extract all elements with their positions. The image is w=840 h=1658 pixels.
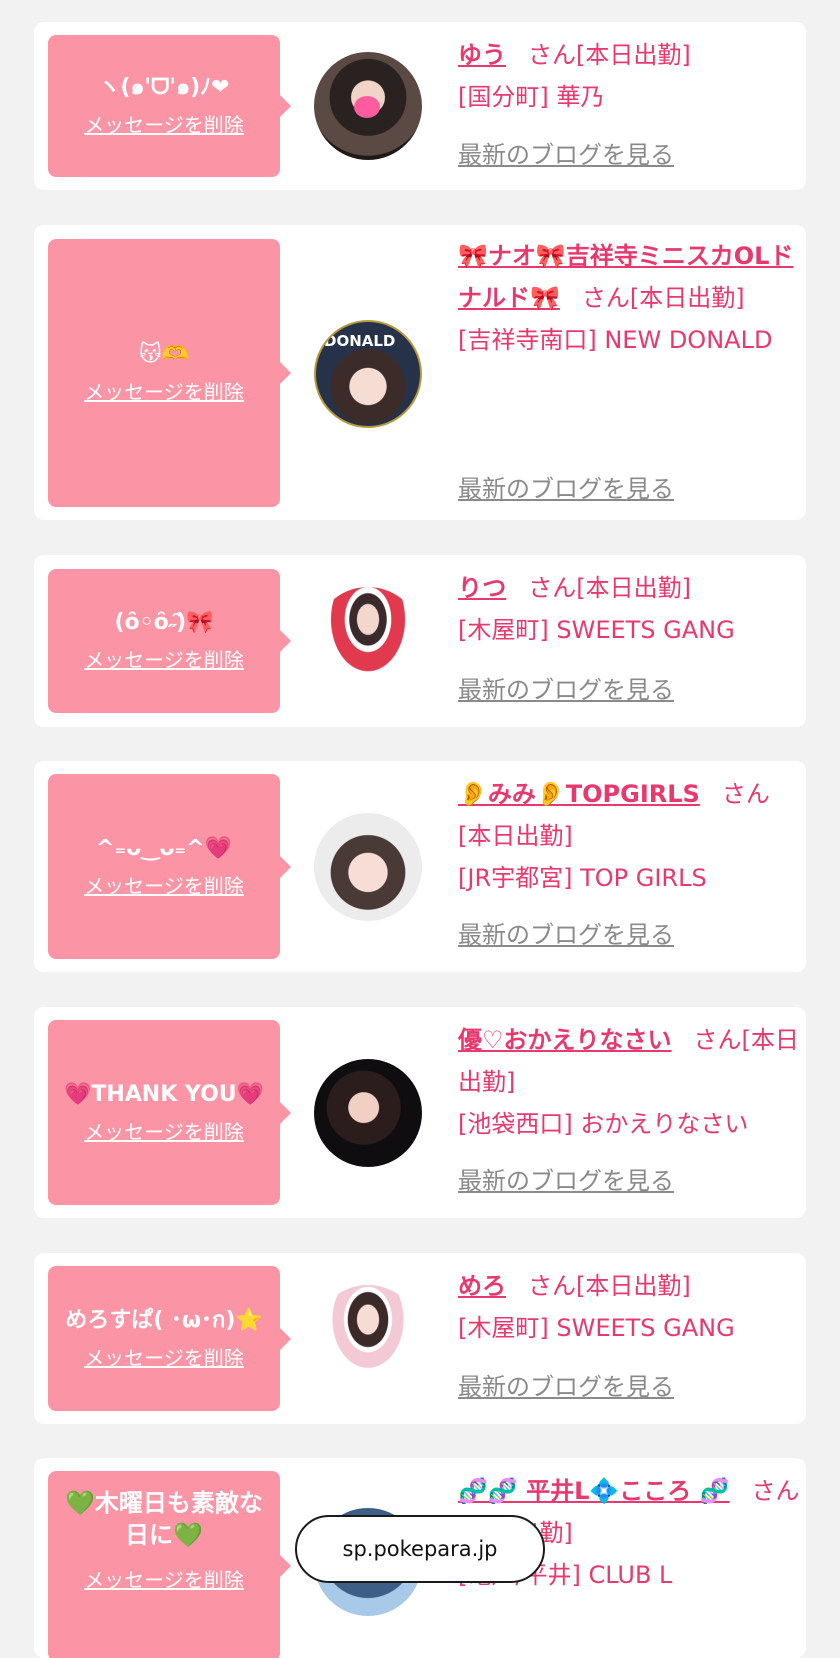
honorific: さん [528,1272,576,1300]
honorific: さん [581,284,630,312]
attendance-status: [本日出勤] [576,574,691,602]
latest-blog-link[interactable]: 最新のブログを見る [458,1367,674,1402]
honorific: さん [721,780,770,808]
latest-blog-link[interactable]: 最新のブログを見る [458,915,674,950]
latest-blog-link[interactable]: 最新のブログを見る [458,1161,674,1196]
attendance-status: [本日出勤] [576,1272,691,1300]
cast-info: 👂みみ👂TOPGIRLS さん [本日出勤] [JR宇都宮] TOP GIRLS [458,773,800,899]
cast-avatar[interactable]: DONALD [314,320,422,428]
cast-card: (ȏ◦ȏ˶̑)🎀 メッセージを削除 りつ さん[本日出勤] [木屋町] SWEET… [34,555,806,727]
cast-avatar[interactable] [314,52,422,160]
message-text: ヽ(๑'ᗜ'๑)ﾉ❤ [98,75,230,100]
cast-avatar[interactable] [314,587,422,695]
honorific: さん [693,1026,742,1054]
shop-name: [JR宇都宮] TOP GIRLS [458,864,707,892]
message-text: (ȏ◦ȏ˶̑)🎀 [114,610,214,635]
cast-name-link[interactable]: めろ [458,1272,506,1300]
delete-message-link[interactable]: メッセージを削除 [84,1565,244,1595]
attendance-status: [本日出勤] [576,41,691,69]
shop-name: [木屋町] SWEETS GANG [458,616,735,644]
cast-card: 😽🫶 メッセージを削除 DONALD 🎀ナオ🎀吉祥寺ミニスカOLドナルド🎀 さん[… [34,225,806,520]
attendance-status: [本日出勤] [458,822,573,850]
url-text: sp.pokepara.jp [342,1537,498,1561]
message-bubble: ヽ(๑'ᗜ'๑)ﾉ❤ メッセージを削除 [48,35,291,177]
delete-message-link[interactable]: メッセージを削除 [84,377,244,407]
attendance-status: [本日出勤] [629,284,745,312]
message-text: 💗THANK YOU💗 [63,1081,265,1107]
avatar-sign-text: DONALD [324,332,396,350]
honorific: さん [528,574,577,602]
cast-name-link[interactable]: 優♡おかえりなさい [458,1026,672,1054]
cast-card: ^₌ᴗ‿ᴗ₌^💗 メッセージを削除 👂みみ👂TOPGIRLS さん [本日出勤] [… [34,761,806,972]
honorific: さん [528,41,576,69]
message-text: ^₌ᴗ‿ᴗ₌^💗 [96,835,232,861]
message-text: めろすぱ( ･ω･ก)⭐️ [65,1307,263,1333]
latest-blog-link[interactable]: 最新のブログを見る [458,670,674,705]
cast-card: 💗THANK YOU💗 メッセージを削除 優♡おかえりなさい さん[本日出勤] [… [34,1007,806,1218]
message-text: 💚木曜日も素敵な日に💚 [65,1489,263,1549]
message-bubble: ^₌ᴗ‿ᴗ₌^💗 メッセージを削除 [48,774,291,959]
cast-info: ゆう さん[本日出勤] [国分町] 華乃 [458,34,800,118]
cast-avatar[interactable] [314,1059,422,1167]
cast-card: めろすぱ( ･ω･ก)⭐️ メッセージを削除 めろ さん[本日出勤] [木屋町] … [34,1253,806,1424]
shop-name: [国分町] 華乃 [458,83,605,111]
cast-info: めろ さん[本日出勤] [木屋町] SWEETS GANG [458,1265,800,1349]
message-bubble: (ȏ◦ȏ˶̑)🎀 メッセージを削除 [48,569,291,713]
delete-message-link[interactable]: メッセージを削除 [84,110,244,140]
delete-message-link[interactable]: メッセージを削除 [84,1117,244,1147]
shop-name: [吉祥寺南口] NEW DONALD [458,326,773,354]
shop-name: [木屋町] SWEETS GANG [458,1314,735,1342]
delete-message-link[interactable]: メッセージを削除 [84,1343,244,1373]
latest-blog-link[interactable]: 最新のブログを見る [458,135,674,170]
cast-avatar[interactable] [314,1285,422,1393]
browser-url-bar[interactable]: sp.pokepara.jp [295,1515,545,1583]
shop-name: [池袋西口] おかえりなさい [458,1110,749,1138]
cast-card: ヽ(๑'ᗜ'๑)ﾉ❤ メッセージを削除 ゆう さん[本日出勤] [国分町] 華乃 … [34,22,806,190]
cast-name-link[interactable]: りつ [458,574,506,602]
honorific: さん [751,1477,800,1505]
cast-info: 優♡おかえりなさい さん[本日出勤] [池袋西口] おかえりなさい [458,1019,800,1145]
delete-message-link[interactable]: メッセージを削除 [84,871,244,901]
latest-blog-link[interactable]: 最新のブログを見る [458,469,674,504]
delete-message-link[interactable]: メッセージを削除 [84,645,244,675]
message-bubble: めろすぱ( ･ω･ก)⭐️ メッセージを削除 [48,1266,291,1411]
cast-avatar[interactable] [314,813,422,921]
message-bubble: 💚木曜日も素敵な日に💚 メッセージを削除 [48,1471,291,1658]
message-bubble: 😽🫶 メッセージを削除 [48,239,291,507]
cast-info: 🎀ナオ🎀吉祥寺ミニスカOLドナルド🎀 さん[本日出勤] [吉祥寺南口] NEW D… [458,235,800,361]
message-bubble: 💗THANK YOU💗 メッセージを削除 [48,1020,291,1205]
cast-name-link[interactable]: ゆう [458,41,506,69]
cast-name-link[interactable]: 👂みみ👂TOPGIRLS [458,780,700,808]
heart-sticker-icon [354,96,380,118]
cast-info: りつ さん[本日出勤] [木屋町] SWEETS GANG [458,567,800,651]
message-text: 😽🫶 [138,342,190,367]
cast-name-link[interactable]: 🧬🧬 平井L💠こころ 🧬 [458,1477,730,1505]
